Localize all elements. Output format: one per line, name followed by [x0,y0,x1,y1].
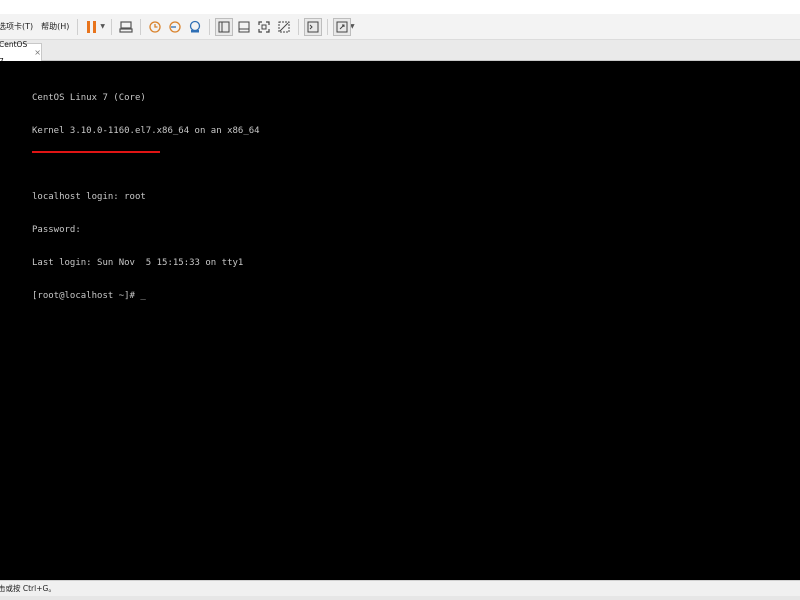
toolbar-separator [77,18,79,35]
close-icon[interactable]: × [34,44,41,61]
terminal-line: localhost login: root [32,192,146,202]
menu-help[interactable]: 帮助(H) [37,14,73,40]
terminal-line: Password: [32,225,81,235]
console-view-icon[interactable] [304,17,323,36]
vm-tab-strip: CentOS 7 × [0,40,800,66]
send-ctrl-alt-del-icon[interactable] [117,18,135,36]
toolbar-separator [298,18,300,35]
toolbar-separator [327,18,329,35]
terminal-output: CentOS Linux 7 (Core) Kernel 3.10.0-1160… [32,71,260,324]
single-window-icon[interactable] [235,18,253,36]
window-top-strip [0,0,800,14]
toolbar-separator [209,18,211,35]
terminal-line: Last login: Sun Nov 5 15:15:33 on tty1 [32,258,244,268]
stretch-view-icon[interactable] [333,17,352,36]
window-bottom-strip [0,596,800,600]
toolbar-separator [140,18,142,35]
vm-console-screen[interactable]: CentOS Linux 7 (Core) Kernel 3.10.0-1160… [0,61,800,580]
fullscreen-icon[interactable] [255,18,273,36]
terminal-line: Kernel 3.10.0-1160.el7.x86_64 on an x86_… [32,126,260,136]
revert-snapshot-icon[interactable] [166,18,184,36]
prompt-highlight-underline [32,151,160,153]
pause-icon[interactable] [83,18,101,36]
status-text: 击或按 Ctrl+G。 [0,584,56,593]
status-bar: 击或按 Ctrl+G。 [0,580,800,596]
toolbar-separator [111,18,113,35]
unity-icon[interactable] [275,18,293,36]
menu-toolbar: 选项卡(T) 帮助(H) ▼ ▼ [0,14,800,40]
snapshot-manager-icon[interactable] [186,18,204,36]
snapshot-icon[interactable] [146,18,164,36]
normal-view-icon[interactable] [215,17,234,36]
terminal-line: CentOS Linux 7 (Core) [32,93,146,103]
terminal-prompt-line: [root@localhost ~]# _ [32,291,146,301]
tab-centos7[interactable]: CentOS 7 × [0,40,42,66]
